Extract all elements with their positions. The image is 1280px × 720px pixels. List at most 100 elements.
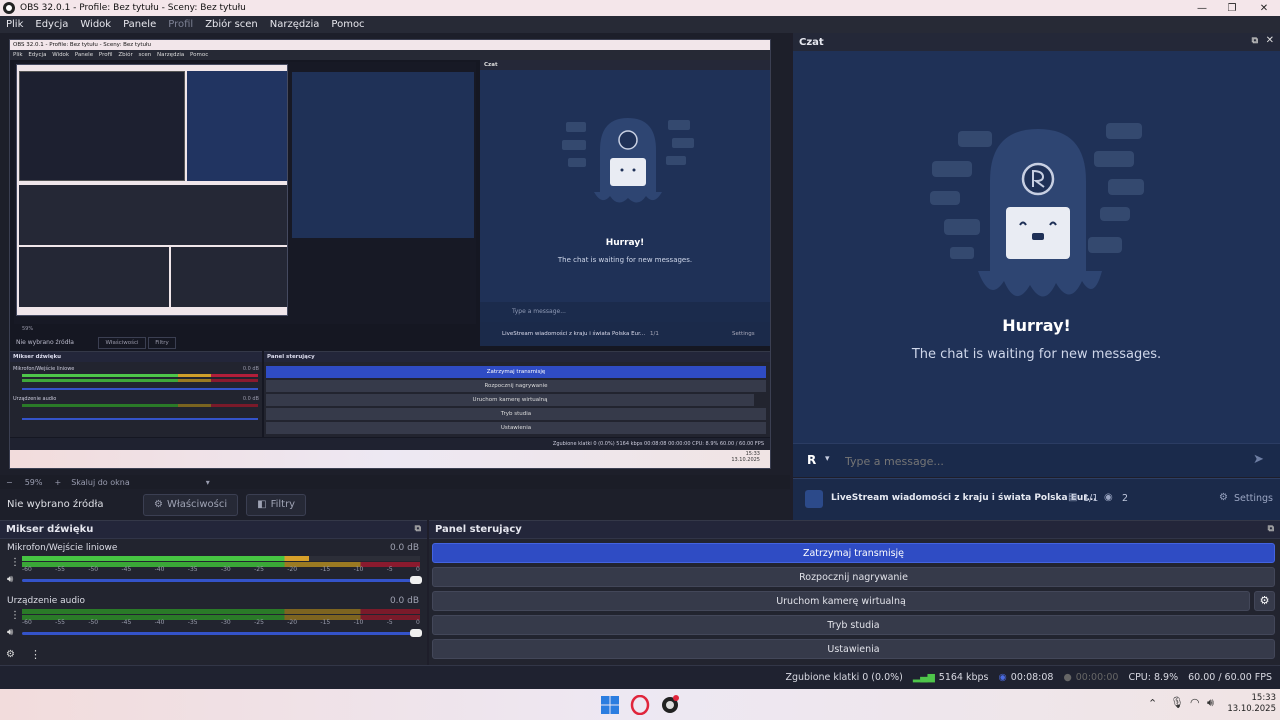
nested-menu-item: Edycja	[28, 52, 47, 58]
chevron-down-icon[interactable]: ▾	[825, 454, 830, 464]
channel-logo-icon	[805, 490, 823, 508]
tick: -35	[187, 566, 198, 573]
scale-select[interactable]: Skaluj do okna	[71, 478, 130, 487]
maximize-button[interactable]: ❐	[1216, 0, 1248, 16]
float-icon[interactable]: ⧉	[1268, 524, 1274, 534]
float-icon[interactable]: ⧉	[1252, 36, 1258, 46]
stream-icon: ◉	[998, 672, 1007, 683]
menu-scene-collection[interactable]: Zbiór scen	[199, 19, 264, 30]
volume-slider[interactable]	[22, 576, 422, 584]
microphone-icon[interactable]: 🎙︎	[1170, 696, 1184, 709]
chat-waiting-text: The chat is waiting for new messages.	[911, 347, 1162, 362]
nested-mic-label: Mikrofon/Wejście liniowe	[13, 366, 75, 372]
nested-mic-volume	[22, 388, 258, 390]
clock-date: 13.10.2025	[1227, 704, 1276, 714]
properties-button[interactable]: ⚙ Właściwości	[143, 493, 239, 516]
start-recording-button[interactable]: Rozpocznij nagrywanie	[432, 567, 1275, 587]
stop-streaming-button[interactable]: Zatrzymaj transmisję	[432, 543, 1275, 563]
nested-menu-item: Profil	[98, 52, 113, 58]
wifi-icon[interactable]: ◠	[1190, 696, 1200, 709]
mixer-menu-icon[interactable]: ⋮	[30, 648, 41, 661]
nested-viewers: 1/1	[650, 331, 659, 337]
nested-properties: Właściwości	[98, 337, 146, 349]
float-icon[interactable]: ⧉	[415, 524, 421, 534]
windows-start-icon[interactable]	[600, 695, 620, 715]
signal-icon: ▂▄▆	[912, 672, 935, 683]
nested-clock: 15:33 13.10.2025	[731, 451, 760, 463]
close-button[interactable]: ✕	[1248, 0, 1280, 16]
eye-icon: ◉	[1104, 492, 1113, 503]
nested-mic-meter	[22, 374, 258, 377]
deep-mixer	[19, 247, 169, 307]
volume-knob[interactable]	[410, 629, 422, 637]
nested-menu-item: Narzędzia	[156, 52, 185, 58]
more-options-icon[interactable]: ⋮	[10, 610, 20, 621]
tick: -60	[22, 566, 32, 573]
menu-docks[interactable]: Panele	[117, 19, 162, 30]
tick: -45	[121, 566, 132, 573]
minimize-button[interactable]: —	[1186, 0, 1218, 16]
controls-header: Panel sterujący ⧉	[429, 521, 1280, 539]
chevron-down-icon[interactable]: ▾	[206, 478, 210, 487]
send-icon[interactable]: ➤	[1253, 452, 1264, 467]
nested-mic-meter-2	[22, 379, 258, 382]
tick: -30	[220, 619, 231, 626]
zoom-in-button[interactable]: +	[54, 478, 61, 487]
more-options-icon[interactable]: ⋮	[10, 557, 20, 568]
menu-edit[interactable]: Edycja	[29, 19, 74, 30]
chevron-up-icon[interactable]: ⌃	[1148, 697, 1157, 710]
close-icon[interactable]: ✕	[1266, 35, 1274, 46]
menu-tools[interactable]: Narzędzia	[264, 19, 326, 30]
stream-time: 00:08:08	[1010, 672, 1054, 683]
record-icon: ●	[1063, 672, 1072, 683]
menu-file[interactable]: Plik	[0, 19, 29, 30]
settings-gear-icon[interactable]: ⚙	[1219, 492, 1228, 503]
advanced-audio-icon[interactable]: ⚙	[6, 649, 15, 660]
studio-mode-button[interactable]: Tryb studia	[432, 615, 1275, 635]
menu-profile[interactable]: Profil	[162, 19, 199, 30]
avatar[interactable]: R	[807, 453, 816, 467]
zoom-value: 59%	[24, 477, 43, 487]
clock[interactable]: 15:33 13.10.2025	[1224, 693, 1276, 715]
speaker-icon[interactable]: 🔊︎	[7, 627, 13, 638]
nested-menu-bar: Plik Edycja Widok Panele Profil Zbiór sc…	[10, 50, 770, 60]
stream-title[interactable]: LiveStream wiadomości z kraju i świata P…	[831, 493, 1097, 503]
opera-icon[interactable]	[630, 695, 650, 715]
virtual-camera-gear-icon[interactable]: ⚙	[1254, 591, 1275, 611]
obs-logo-icon	[3, 2, 15, 14]
chat-settings-link[interactable]: Settings	[1234, 493, 1273, 504]
nested-studio-mode: Tryb studia	[266, 408, 766, 420]
chat-message-input[interactable]	[845, 451, 1235, 471]
zoom-out-button[interactable]: −	[6, 478, 13, 487]
volume-knob[interactable]	[410, 576, 422, 584]
start-virtual-camera-button[interactable]: Uruchom kamerę wirtualną	[432, 591, 1250, 611]
volume-icon[interactable]: 🔊︎	[1207, 696, 1214, 710]
obs-taskbar-icon[interactable]	[660, 695, 680, 715]
sources-bar: Nie wybrano źródła ⚙ Właściwości ◧ Filtr…	[0, 489, 790, 520]
settings-button[interactable]: Ustawienia	[432, 639, 1275, 659]
nested-menu-item: Plik	[13, 52, 23, 58]
dropped-frames: Zgubione klatki 0 (0.0%)	[785, 672, 903, 683]
tick: 0	[416, 566, 420, 573]
nested-audio-label: Urządzenie audio	[13, 396, 57, 402]
tick: -55	[55, 566, 65, 573]
tick: -20	[287, 619, 298, 626]
program-preview[interactable]: OBS 32.0.1 - Profile: Bez tytułu - Sceny…	[9, 39, 771, 469]
menu-help[interactable]: Pomoc	[325, 19, 370, 30]
nested-menu-item: Pomoc	[190, 52, 209, 58]
tick: -60	[22, 619, 32, 626]
properties-label: Właściwości	[166, 499, 228, 510]
volume-slider[interactable]	[22, 629, 422, 637]
deep-controls	[171, 247, 287, 307]
speaker-icon[interactable]: 🔊︎	[7, 574, 13, 585]
mixer-track-mic: Mikrofon/Wejście liniowe 0.0 dB ⋮ -60 -55…	[0, 541, 427, 591]
menu-view[interactable]: Widok	[74, 19, 117, 30]
chat-body: Hurray! The chat is waiting for new mess…	[793, 51, 1280, 443]
nested-stream-title: LiveStream wiadomości z kraju i świata P…	[480, 322, 770, 346]
nested-menu-item: Panele	[74, 52, 94, 58]
track-name: Urządzenie audio	[7, 596, 86, 606]
no-source-label: Nie wybrano źródła	[7, 499, 104, 510]
nested-menu-item: Zbiór scen	[118, 52, 152, 58]
deep-window	[19, 71, 185, 181]
filters-button[interactable]: ◧ Filtry	[246, 493, 307, 516]
